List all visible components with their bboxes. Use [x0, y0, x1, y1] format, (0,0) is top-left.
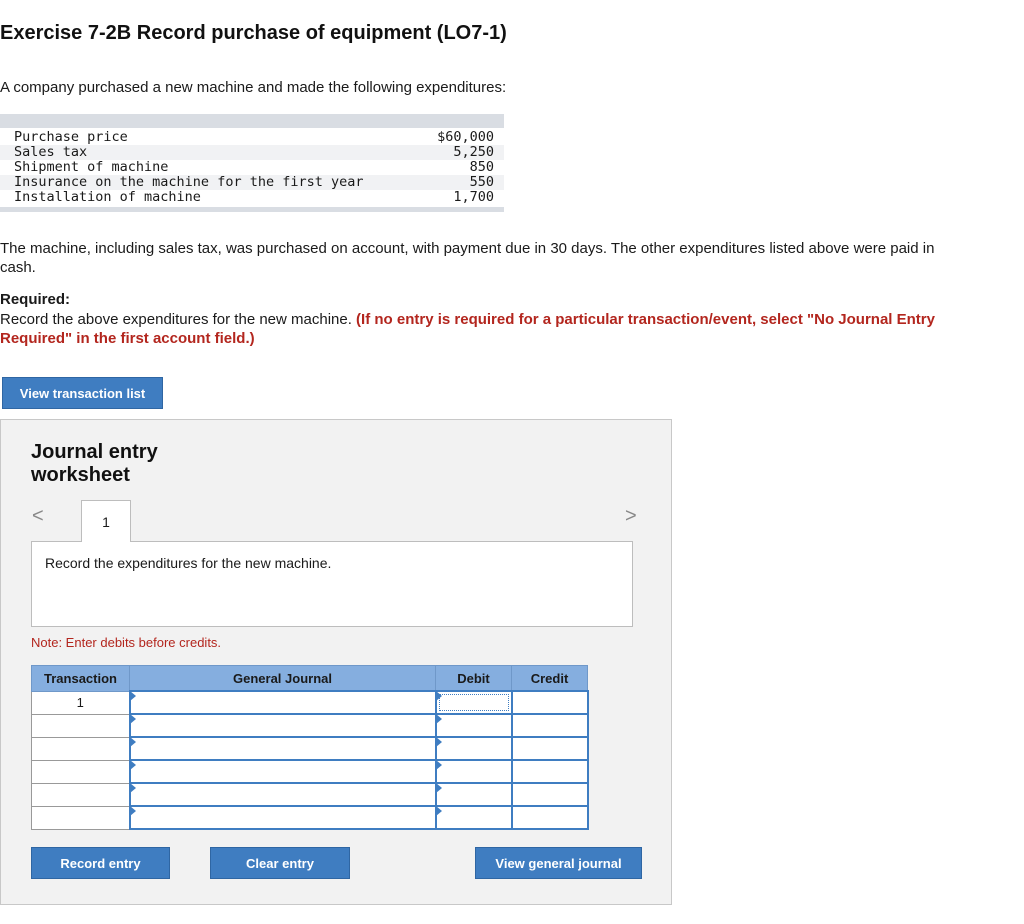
journal-row — [31, 782, 589, 807]
journal-worksheet-panel — [0, 419, 672, 905]
view-general-journal-button[interactable]: View general journal — [475, 847, 642, 879]
debit-field[interactable] — [434, 759, 513, 784]
journal-row — [31, 736, 589, 761]
column-transaction: Transaction — [31, 665, 130, 692]
dropdown-marker-icon — [129, 737, 136, 747]
chevron-left-icon[interactable]: < — [32, 505, 44, 528]
marker-icon — [435, 737, 442, 747]
debit-field[interactable] — [434, 805, 513, 830]
expenditure-label: Sales tax — [14, 144, 88, 160]
dropdown-marker-icon — [129, 714, 136, 724]
debit-field[interactable] — [434, 690, 513, 715]
column-credit: Credit — [511, 665, 588, 692]
transaction-cell: 1 — [31, 690, 130, 715]
journal-header-row: Transaction General Journal Debit Credit — [31, 665, 588, 692]
expenditure-amount: 5,250 — [453, 144, 494, 160]
required-text: Record the above expenditures for the ne… — [0, 310, 940, 348]
debit-field[interactable] — [434, 736, 513, 761]
dropdown-marker-icon — [129, 783, 136, 793]
tab-1[interactable]: 1 — [81, 500, 131, 542]
column-general-journal: General Journal — [129, 665, 436, 692]
account-field[interactable] — [128, 805, 437, 830]
required-heading: Required: — [0, 291, 71, 308]
problem-paragraph: The machine, including sales tax, was pu… — [0, 240, 935, 276]
credit-field[interactable] — [510, 782, 589, 807]
transaction-cell — [31, 736, 130, 761]
expenditure-label: Shipment of machine — [14, 159, 169, 175]
expenditure-row: Insurance on the machine for the first y… — [0, 175, 504, 190]
debit-field[interactable] — [434, 713, 513, 738]
expenditure-row: Sales tax 5,250 — [0, 145, 504, 160]
account-field[interactable] — [128, 736, 437, 761]
account-field[interactable] — [128, 782, 437, 807]
record-entry-button[interactable]: Record entry — [31, 847, 170, 879]
transaction-cell — [31, 759, 130, 784]
note-text: Note: Enter debits before credits. — [31, 635, 222, 650]
debit-field[interactable] — [434, 782, 513, 807]
credit-field[interactable] — [510, 690, 589, 715]
prompt-box — [31, 541, 633, 627]
expenditure-amount: 850 — [469, 159, 494, 175]
expenditure-label: Insurance on the machine for the first y… — [14, 174, 364, 190]
marker-icon — [435, 691, 442, 701]
expenditure-amount: 1,700 — [453, 189, 494, 205]
journal-row: 1 — [31, 690, 589, 715]
marker-icon — [435, 760, 442, 770]
journal-row — [31, 805, 589, 830]
worksheet-title: Journal entry worksheet — [31, 441, 158, 486]
credit-field[interactable] — [510, 759, 589, 784]
expenditure-row: Purchase price $60,000 — [0, 130, 504, 145]
dropdown-marker-icon — [129, 760, 136, 770]
transaction-cell — [31, 805, 130, 830]
account-field[interactable] — [128, 690, 437, 715]
clear-entry-button[interactable]: Clear entry — [210, 847, 350, 879]
expenditure-label: Purchase price — [14, 129, 128, 145]
journal-table: Transaction General Journal Debit Credit… — [31, 665, 589, 830]
account-field[interactable] — [128, 713, 437, 738]
journal-row — [31, 713, 589, 738]
expenditure-label: Installation of machine — [14, 189, 201, 205]
expenditure-row: Shipment of machine 850 — [0, 160, 504, 175]
view-transaction-list-button[interactable]: View transaction list — [2, 377, 163, 409]
credit-field[interactable] — [510, 805, 589, 830]
prompt-text: Record the expenditures for the new mach… — [45, 555, 332, 571]
expenditures-table: Purchase price $60,000 Sales tax 5,250 Shi… — [0, 114, 504, 212]
credit-field[interactable] — [510, 736, 589, 761]
credit-field[interactable] — [510, 713, 589, 738]
intro-text: A company purchased a new machine and ma… — [0, 79, 507, 96]
expenditure-row: Installation of machine 1,700 — [0, 190, 504, 205]
chevron-right-icon[interactable]: > — [625, 505, 637, 528]
required-instruction: Record the above expenditures for the ne… — [0, 311, 357, 328]
transaction-cell — [31, 782, 130, 807]
page-title: Exercise 7-2B Record purchase of equipme… — [0, 22, 507, 44]
journal-row — [31, 759, 589, 784]
account-field[interactable] — [128, 759, 437, 784]
marker-icon — [435, 714, 442, 724]
marker-icon — [435, 783, 442, 793]
dropdown-marker-icon — [129, 806, 136, 816]
dropdown-marker-icon — [129, 691, 136, 701]
column-debit: Debit — [435, 665, 512, 692]
expenditure-amount: $60,000 — [437, 129, 494, 145]
transaction-cell — [31, 713, 130, 738]
marker-icon — [435, 806, 442, 816]
expenditure-amount: 550 — [469, 174, 494, 190]
